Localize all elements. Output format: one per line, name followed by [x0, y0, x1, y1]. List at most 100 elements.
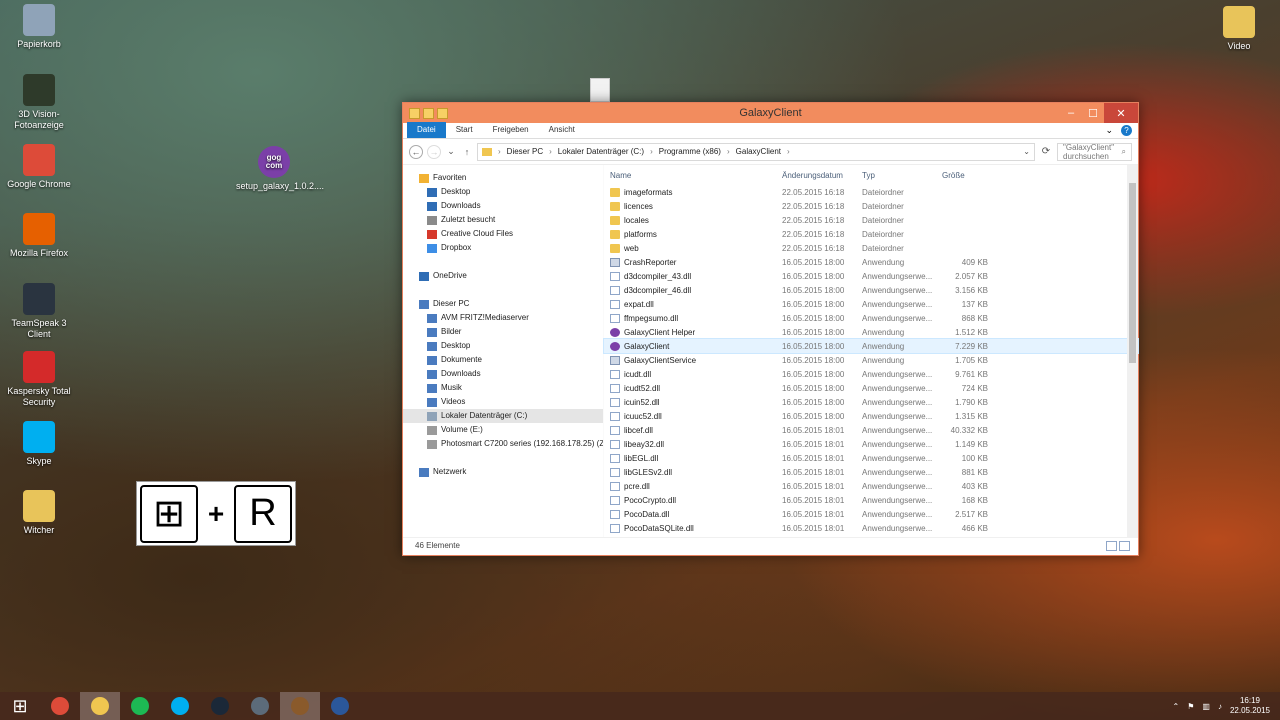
minimize-button[interactable]: – [1060, 103, 1082, 123]
file-row[interactable]: libEGL.dll 16.05.2015 18:01 Anwendungserwe… [604, 451, 1138, 465]
search-input[interactable]: "GalaxyClient" durchsuchen ⌕ [1057, 142, 1132, 161]
column-size[interactable]: Größe [936, 171, 988, 180]
network-icon[interactable]: ▥ [1202, 702, 1210, 711]
file-row[interactable]: PocoCrypto.dll 16.05.2015 18:01 Anwendungs… [604, 493, 1138, 507]
file-row[interactable]: icudt52.dll 16.05.2015 18:00 Anwendungserw… [604, 381, 1138, 395]
nav-onedrive[interactable]: OneDrive [403, 269, 603, 283]
file-row[interactable]: d3dcompiler_46.dll 16.05.2015 18:00 Anwend… [604, 283, 1138, 297]
nav-item[interactable]: Bilder [403, 325, 603, 339]
file-row[interactable]: libGLESv2.dll 16.05.2015 18:01 Anwendungse… [604, 465, 1138, 479]
desktop-icon[interactable]: Papierkorb [1, 4, 77, 50]
nav-item[interactable]: AVM FRITZ!Mediaserver [403, 311, 603, 325]
breadcrumb-separator-icon[interactable]: › [549, 147, 552, 156]
file-row[interactable]: GalaxyClient Helper 16.05.2015 18:00 Anwen… [604, 325, 1138, 339]
recent-locations-button[interactable]: ⌄ [445, 146, 457, 157]
taskbar-gog-galaxy-button[interactable] [280, 692, 320, 720]
up-button[interactable]: ↑ [461, 147, 473, 157]
chevron-down-icon[interactable]: ⌄ [1105, 125, 1113, 136]
file-row[interactable]: locales 22.05.2015 16:18 Dateiordner [604, 213, 1138, 227]
file-row[interactable]: CrashReporter 16.05.2015 18:00 Anwendung 40… [604, 255, 1138, 269]
refresh-button[interactable]: ⟳ [1039, 146, 1053, 157]
nav-item[interactable]: Dropbox [403, 241, 603, 255]
column-date[interactable]: Änderungsdatum [776, 171, 856, 180]
nav-item[interactable]: Dokumente [403, 353, 603, 367]
vertical-scrollbar[interactable] [1127, 165, 1138, 537]
nav-item[interactable]: Lokaler Datenträger (C:) [403, 409, 603, 423]
ribbon-tab[interactable]: Ansicht [539, 122, 585, 138]
details-view-icon[interactable] [1106, 540, 1117, 551]
file-row[interactable]: icuuc52.dll 16.05.2015 18:00 Anwendungserw… [604, 409, 1138, 423]
nav-favorites[interactable]: Favoriten [403, 171, 603, 185]
desktop-icon-video[interactable]: Video [1201, 6, 1277, 52]
scrollbar-thumb[interactable] [1129, 183, 1136, 363]
folder-icon[interactable] [409, 107, 420, 119]
taskbar-steam-button[interactable] [200, 692, 240, 720]
file-row[interactable]: imageformats 22.05.2015 16:18 Dateiordner [604, 185, 1138, 199]
desktop-icon[interactable]: Kaspersky Total Security [1, 351, 77, 408]
large-icons-view-icon[interactable] [1119, 540, 1130, 551]
taskbar-spotify-button[interactable] [120, 692, 160, 720]
nav-item[interactable]: Photosmart C7200 series (192.168.178.25)… [403, 437, 603, 451]
column-name[interactable]: Name [604, 171, 776, 180]
taskbar-explorer-button[interactable] [80, 692, 120, 720]
nav-item[interactable]: Creative Cloud Files [403, 227, 603, 241]
volume-icon[interactable]: ♪ [1218, 702, 1222, 711]
nav-item[interactable]: Desktop [403, 185, 603, 199]
file-row[interactable]: ffmpegsumo.dll 16.05.2015 18:00 Anwendungs… [604, 311, 1138, 325]
taskbar-chrome-button[interactable] [40, 692, 80, 720]
breadcrumb-item[interactable]: Lokaler Datenträger (C:) [558, 147, 644, 156]
new-folder-icon[interactable] [437, 107, 448, 119]
nav-item[interactable]: Downloads [403, 367, 603, 381]
back-button[interactable]: ← [409, 144, 423, 159]
taskbar-skype-button[interactable] [160, 692, 200, 720]
title-bar[interactable]: GalaxyClient – ☐ ✕ [403, 103, 1138, 123]
desktop-icon-setup-galaxy[interactable]: gog com setup_galaxy_1.0.2.... [236, 146, 324, 192]
nav-this-pc[interactable]: Dieser PC [403, 297, 603, 311]
nav-item[interactable]: Videos [403, 395, 603, 409]
file-row[interactable]: pcre.dll 16.05.2015 18:01 Anwendungserwe..… [604, 479, 1138, 493]
file-row[interactable]: icuin52.dll 16.05.2015 18:00 Anwendungserw… [604, 395, 1138, 409]
taskbar-teamspeak-button[interactable] [240, 692, 280, 720]
nav-item[interactable]: Zuletzt besucht [403, 213, 603, 227]
forward-button[interactable]: → [427, 144, 441, 159]
desktop-icon[interactable]: Google Chrome [1, 144, 77, 190]
nav-item[interactable]: Desktop [403, 339, 603, 353]
file-row[interactable]: licences 22.05.2015 16:18 Dateiordner [604, 199, 1138, 213]
address-dropdown-icon[interactable]: ⌄ [1023, 147, 1030, 156]
breadcrumb-item[interactable]: GalaxyClient [736, 147, 781, 156]
properties-icon[interactable] [423, 107, 434, 119]
column-type[interactable]: Typ [856, 171, 936, 180]
taskbar-word-button[interactable] [320, 692, 360, 720]
file-row[interactable]: icudt.dll 16.05.2015 18:00 Anwendungserwe.… [604, 367, 1138, 381]
breadcrumb-item[interactable]: Dieser PC [507, 147, 543, 156]
desktop-icon[interactable]: Mozilla Firefox [1, 213, 77, 259]
nav-network[interactable]: Netzwerk [403, 465, 603, 479]
desktop-icon[interactable]: Skype [1, 421, 77, 467]
address-bar[interactable]: › Dieser PC › Lokaler Datenträger (C:) › Pro… [477, 142, 1035, 161]
ribbon-tab[interactable]: Start [446, 122, 483, 138]
clock[interactable]: 16:19 22.05.2015 [1230, 696, 1270, 716]
nav-item[interactable]: Volume (E:) [403, 423, 603, 437]
help-icon[interactable]: ? [1121, 125, 1132, 136]
file-row[interactable]: web 22.05.2015 16:18 Dateiordner [604, 241, 1138, 255]
breadcrumb-item[interactable]: Programme (x86) [659, 147, 721, 156]
breadcrumb-separator-icon[interactable]: › [787, 147, 790, 156]
breadcrumb-separator-icon[interactable]: › [650, 147, 653, 156]
file-row[interactable]: PocoDataSQLite.dll 16.05.2015 18:01 Anwend… [604, 521, 1138, 535]
file-row[interactable]: GalaxyClientService 16.05.2015 18:00 Anwen… [604, 353, 1138, 367]
desktop-icon[interactable]: TeamSpeak 3 Client [1, 283, 77, 340]
action-center-icon[interactable]: ⚑ [1187, 702, 1194, 711]
file-row[interactable]: PocoData.dll 16.05.2015 18:01 Anwendungser… [604, 507, 1138, 521]
show-hidden-icons-icon[interactable]: ⌃ [1173, 702, 1180, 711]
file-row[interactable]: GalaxyClient 16.05.2015 18:00 Anwendung 7.2… [603, 338, 1139, 354]
desktop-icon[interactable]: Witcher [1, 490, 77, 536]
file-row[interactable]: expat.dll 16.05.2015 18:00 Anwendungserwe.… [604, 297, 1138, 311]
breadcrumb-separator-icon[interactable]: › [727, 147, 730, 156]
nav-item[interactable]: Downloads [403, 199, 603, 213]
nav-item[interactable]: Musik [403, 381, 603, 395]
ribbon-tab[interactable]: Datei [407, 122, 446, 138]
close-button[interactable]: ✕ [1104, 103, 1138, 123]
file-row[interactable]: libeay32.dll 16.05.2015 18:01 Anwendungser… [604, 437, 1138, 451]
desktop-icon[interactable]: 3D Vision-Fotoanzeige [1, 74, 77, 131]
maximize-button[interactable]: ☐ [1082, 103, 1104, 123]
